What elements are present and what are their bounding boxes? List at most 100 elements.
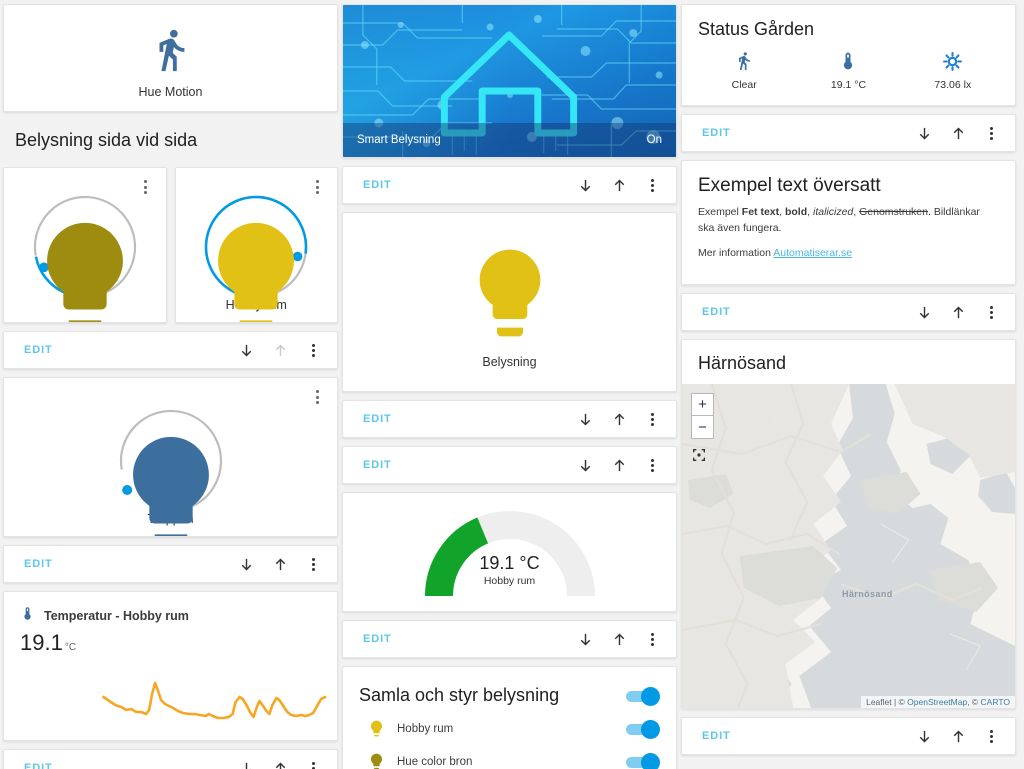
toggle-master[interactable] (626, 686, 660, 706)
brightness-dial-hobby-rum[interactable] (191, 182, 321, 322)
markdown-paragraph-1: Exempel Fet text, bold, italicized, Geno… (698, 205, 999, 237)
move-down-button[interactable] (233, 551, 259, 577)
zoom-in-button[interactable]: + (691, 393, 714, 417)
move-down-button[interactable] (233, 755, 259, 769)
move-down-button[interactable] (911, 299, 937, 325)
card-light-belysning[interactable]: Belysning (342, 212, 677, 392)
edit-button[interactable]: EDIT (702, 730, 903, 742)
more-options-icon[interactable] (981, 299, 1001, 325)
move-up-button[interactable] (606, 626, 632, 652)
edit-bar: EDIT (342, 400, 677, 438)
move-up-button[interactable] (945, 299, 971, 325)
glance-value: Clear (731, 79, 757, 91)
column-right: Status Gården Clear 19.1 °C 73.06 lx EDI… (681, 4, 1016, 756)
brightness-dial-bron[interactable] (20, 182, 150, 322)
move-down-button[interactable] (572, 172, 598, 198)
move-up-button[interactable] (267, 551, 293, 577)
thermometer-icon (796, 48, 900, 74)
markdown-content: Exempel Fet text, bold, italicized, Geno… (682, 197, 1015, 284)
picture-card-title: Smart Belysning (357, 134, 441, 146)
markdown-link[interactable]: Automatiserar.se (773, 247, 852, 259)
card-light-trappen[interactable]: Trappen (3, 377, 338, 537)
edit-button[interactable]: EDIT (24, 558, 225, 570)
card-menu-icon[interactable] (307, 386, 327, 408)
move-up-button[interactable] (267, 755, 293, 769)
more-options-icon[interactable] (642, 626, 662, 652)
more-options-icon[interactable] (642, 172, 662, 198)
zoom-out-button[interactable]: − (691, 416, 714, 440)
card-glance-status-garden: Status Gården Clear 19.1 °C 73.06 lx (681, 4, 1016, 106)
move-down-button[interactable] (572, 406, 598, 432)
card-gauge-hobby-rum[interactable]: 19.1 °C Hobby rum (342, 492, 677, 612)
edit-button[interactable]: EDIT (702, 127, 903, 139)
light-card-body-bron[interactable]: Bron (4, 168, 166, 322)
card-light-hobby-rum[interactable]: Hobby rum (174, 167, 338, 323)
move-up-button[interactable] (606, 172, 632, 198)
card-sensor-temperature[interactable]: Temperatur - Hobby rum 19.1 °C (3, 591, 338, 741)
more-options-icon[interactable] (303, 755, 323, 769)
thermometer-icon (20, 606, 35, 626)
light-card-body-trappen[interactable]: Trappen (4, 378, 337, 536)
edit-bar: EDIT (681, 114, 1016, 152)
move-down-button[interactable] (233, 337, 259, 363)
edit-button[interactable]: EDIT (24, 762, 225, 769)
move-up-button[interactable] (606, 452, 632, 478)
edit-button[interactable]: EDIT (363, 459, 564, 471)
toggle-hobby-rum[interactable] (626, 719, 660, 739)
light-group-row[interactable]: Hobby rum (343, 712, 676, 745)
map-place-label: Härnösand (842, 589, 893, 600)
toggle-hue-color-bron[interactable] (626, 752, 660, 769)
entity-card-body[interactable]: Hue Motion (4, 5, 337, 111)
card-hue-motion[interactable]: Hue Motion (3, 4, 338, 112)
glance-item-illuminance[interactable]: 73.06 lx (901, 48, 1005, 91)
light-card-body-hobby[interactable]: Hobby rum (176, 168, 338, 322)
more-options-icon[interactable] (303, 337, 323, 363)
glance-title: Status Gården (698, 19, 815, 39)
move-down-button[interactable] (911, 120, 937, 146)
column-middle: Smart Belysning On EDIT Belysning EDIT E… (342, 4, 677, 769)
picture-card-body[interactable]: Smart Belysning On (343, 5, 676, 157)
markdown-title: Exempel text översatt (698, 175, 881, 196)
light-name: Belysning (482, 355, 537, 369)
move-up-button[interactable] (945, 120, 971, 146)
move-up-button[interactable] (606, 406, 632, 432)
card-light-group[interactable]: Samla och styr belysning Hobby rum Hue c… (342, 666, 677, 769)
fit-bounds-button[interactable] (691, 447, 711, 467)
glance-item-temperature[interactable]: 19.1 °C (796, 48, 900, 91)
attribution-osm-link[interactable]: OpenStreetMap (907, 697, 967, 707)
card-map: Härnösand + − Härnösand Leaflet | © Open… (681, 339, 1016, 710)
edit-bar: EDIT (342, 446, 677, 484)
edit-button[interactable]: EDIT (24, 344, 225, 356)
more-options-icon[interactable] (642, 406, 662, 432)
card-picture-smart-belysning[interactable]: Smart Belysning On (342, 4, 677, 158)
more-options-icon[interactable] (981, 723, 1001, 749)
md-bold-1: Fet text (741, 206, 780, 218)
edit-button[interactable]: EDIT (363, 179, 564, 191)
move-down-button[interactable] (911, 723, 937, 749)
edit-button[interactable]: EDIT (363, 633, 564, 645)
more-options-icon[interactable] (642, 452, 662, 478)
edit-bar: EDIT (3, 749, 338, 769)
light-belysning-body[interactable]: Belysning (343, 213, 676, 391)
move-up-button[interactable] (945, 723, 971, 749)
brightness-dial-trappen[interactable] (106, 396, 236, 536)
glance-item-motion[interactable]: Clear (692, 48, 796, 91)
edit-button[interactable]: EDIT (363, 413, 564, 425)
edit-bar: EDIT (3, 331, 338, 369)
light-group-row[interactable]: Hue color bron (343, 745, 676, 769)
move-down-button[interactable] (572, 452, 598, 478)
glance-body: Status Gården Clear 19.1 °C 73.06 lx (682, 5, 1015, 105)
attribution-carto-link[interactable]: CARTO (981, 697, 1010, 707)
card-light-bron[interactable]: Bron (3, 167, 167, 323)
light-group-header: Samla och styr belysning (343, 667, 676, 712)
walk-icon (692, 48, 796, 74)
edit-button[interactable]: EDIT (702, 306, 903, 318)
markdown-body: Exempel text översatt Exempel Fet text, … (682, 161, 1015, 284)
edit-bar: EDIT (342, 166, 677, 204)
more-options-icon[interactable] (981, 120, 1001, 146)
gauge-card-body[interactable]: 19.1 °C Hobby rum (343, 493, 676, 611)
move-down-button[interactable] (572, 626, 598, 652)
edit-bar: EDIT (681, 717, 1016, 756)
more-options-icon[interactable] (303, 551, 323, 577)
map-canvas[interactable]: + − Härnösand Leaflet | © OpenStreetMap,… (682, 384, 1015, 709)
